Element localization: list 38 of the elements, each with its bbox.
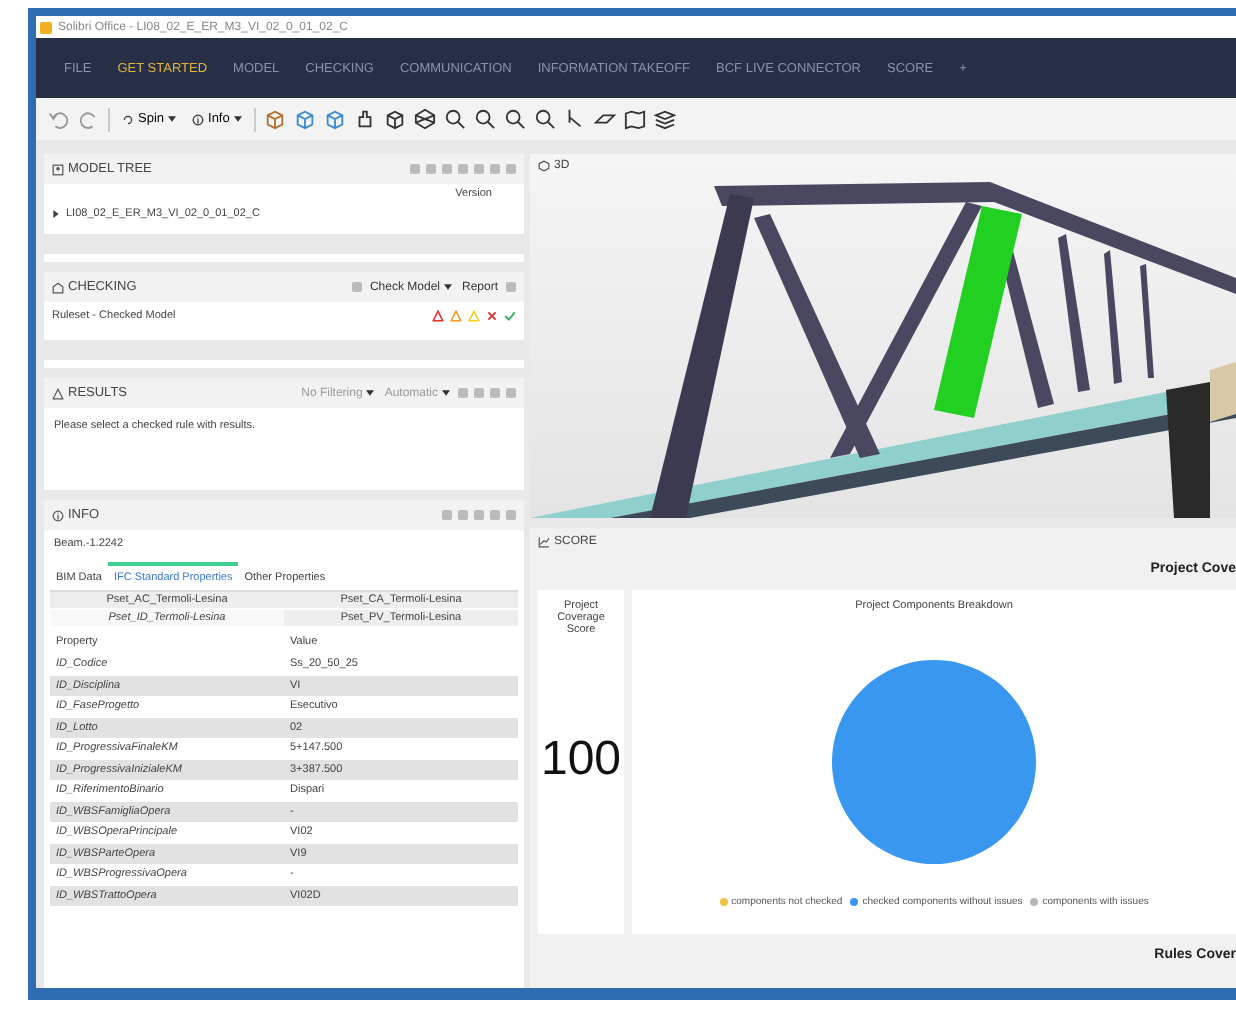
- layers-icon[interactable]: [653, 108, 676, 130]
- zoom-icon[interactable]: [503, 108, 526, 130]
- caret-icon: [442, 390, 450, 396]
- redo-icon[interactable]: [78, 108, 100, 130]
- cube-icon[interactable]: [323, 108, 346, 130]
- map-icon[interactable]: [623, 108, 646, 130]
- legend-dot: [850, 898, 859, 906]
- chart-icon: [538, 536, 550, 548]
- rotate-icon: [122, 113, 134, 125]
- panel-tool-icon[interactable]: [506, 282, 516, 292]
- legend-dot: [1030, 898, 1039, 906]
- building-icon: [52, 281, 64, 293]
- warning-icon: [52, 387, 64, 399]
- caret-icon: [443, 284, 452, 290]
- section-box-icon[interactable]: [413, 108, 436, 130]
- info-icon: [192, 113, 205, 125]
- caret-icon: [168, 116, 177, 122]
- score-value: 100: [540, 732, 622, 788]
- zoom-icon[interactable]: [533, 108, 556, 130]
- panel-tool-icon[interactable]: [351, 282, 362, 292]
- zoom-icon[interactable]: [443, 108, 466, 130]
- expand-arrow-icon[interactable]: [52, 210, 60, 218]
- info-icon: [52, 509, 64, 521]
- cube-icon[interactable]: [293, 108, 316, 130]
- box-icon[interactable]: [383, 108, 406, 130]
- cube-icon[interactable]: [263, 108, 286, 130]
- app-logo-icon: [40, 21, 52, 33]
- pointer-icon[interactable]: [563, 108, 586, 130]
- cross-icon: [486, 310, 498, 322]
- zoom-icon[interactable]: [473, 108, 496, 130]
- hand-icon[interactable]: [353, 108, 376, 130]
- plane-icon[interactable]: [593, 108, 616, 130]
- legend-dot: [719, 898, 728, 906]
- cube-icon: [538, 160, 550, 172]
- check-icon: [504, 310, 516, 322]
- undo-icon[interactable]: [48, 108, 70, 130]
- caret-icon: [233, 116, 242, 122]
- caret-icon: [366, 390, 375, 396]
